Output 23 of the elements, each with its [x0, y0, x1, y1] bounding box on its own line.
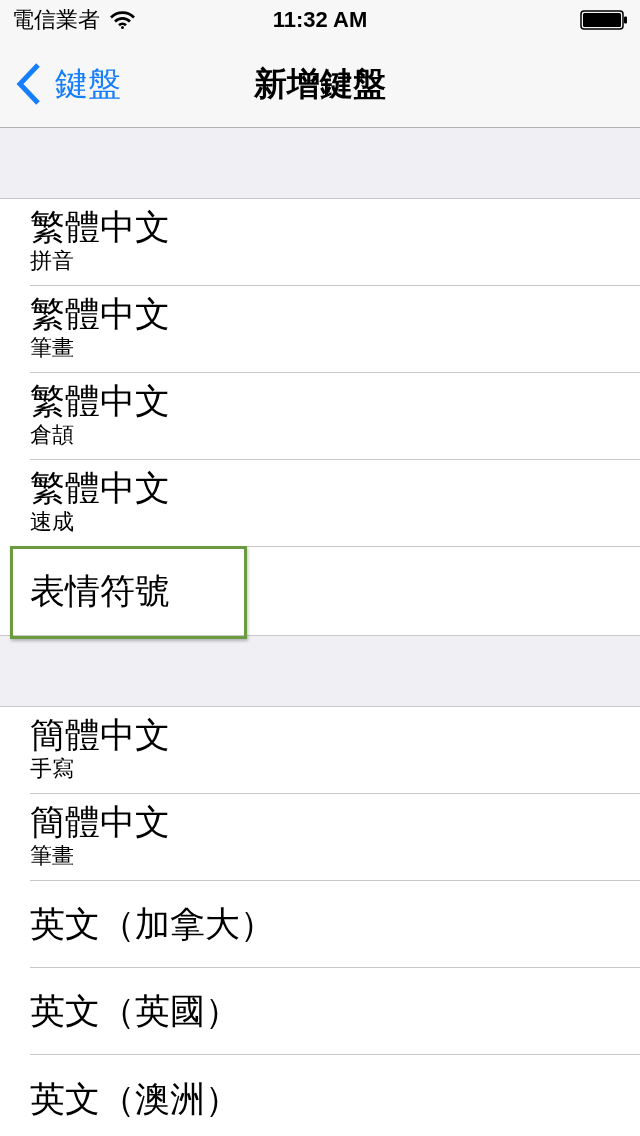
row-title: 簡體中文 — [30, 714, 170, 756]
row-subtitle: 手寫 — [30, 756, 74, 782]
row-title: 英文（澳洲） — [30, 1078, 240, 1120]
row-title: 表情符號 — [30, 570, 170, 612]
status-time: 11:32 AM — [272, 6, 368, 34]
chevron-left-icon — [16, 62, 41, 105]
row-subtitle: 速成 — [30, 509, 74, 535]
back-button[interactable]: 鍵盤 — [0, 61, 121, 106]
row-title: 英文（英國） — [30, 990, 240, 1032]
row-subtitle: 倉頡 — [30, 422, 74, 448]
carrier-name: 電信業者 — [12, 6, 100, 34]
row-subtitle: 筆畫 — [30, 843, 74, 869]
row-subtitle: 拼音 — [30, 248, 74, 274]
row-title: 繁體中文 — [30, 380, 170, 422]
row-subtitle: 筆畫 — [30, 335, 74, 361]
row-title: 簡體中文 — [30, 801, 170, 843]
page-title: 新增鍵盤 — [254, 62, 386, 105]
battery-icon — [580, 10, 628, 30]
row-title: 繁體中文 — [30, 293, 170, 335]
row-title: 繁體中文 — [30, 467, 170, 509]
wifi-icon — [110, 11, 135, 29]
row-title: 繁體中文 — [30, 206, 170, 248]
row-title: 英文（加拿大） — [30, 903, 275, 945]
